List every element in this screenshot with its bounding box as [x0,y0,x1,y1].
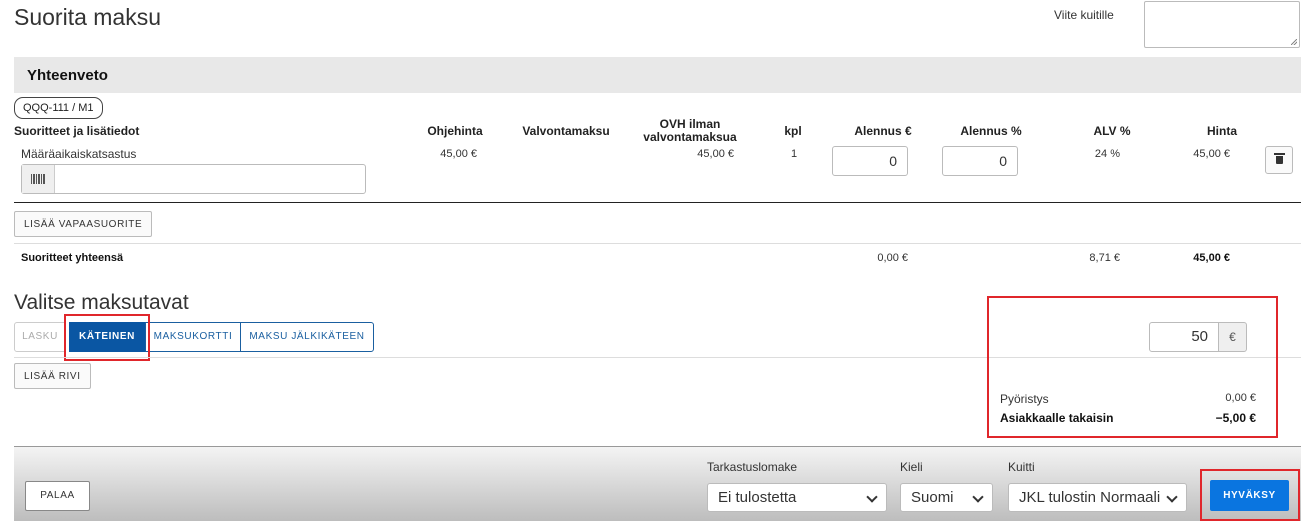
language-select[interactable]: Suomi [900,483,993,512]
inspection-form-value: Ei tulostetta [718,489,797,506]
column-header-price: Hinta [1207,124,1237,138]
add-free-service-button[interactable]: LISÄÄ VAPAASUORITE [14,211,153,237]
receipt-value: JKL tulostin Normaali [1019,489,1161,506]
chevron-down-icon [866,491,878,503]
column-header-services: Suoritteet ja lisätiedot [14,124,140,138]
row-vat: 24 % [1094,148,1120,160]
chevron-down-icon [972,491,984,503]
column-header-vat: ALV % [1093,124,1131,138]
chevron-down-icon [1166,491,1178,503]
inspection-form-select[interactable]: Ei tulostetta [707,483,887,512]
vehicle-badge: QQQ-111 / M1 [14,97,103,119]
totals-divider [14,243,1301,244]
row-list-price: 45,00 € [440,148,477,160]
approve-highlight-box [1200,469,1300,521]
cash-highlight-box [64,314,150,361]
resize-grip-icon[interactable] [1291,39,1297,45]
totals-vat: 8,71 € [1089,252,1120,264]
service-name: Määräaikaiskatsastus [21,147,137,161]
payment-section-title: Valitse maksutavat [14,291,189,314]
receipt-label: Kuitti [1008,460,1035,474]
inspection-form-label: Tarkastuslomake [707,460,798,474]
totals-price: 45,00 € [1193,252,1230,264]
column-header-ovh-line1: OVH ilman [659,117,721,131]
discount-pct-input[interactable]: 0 [942,146,1018,176]
discount-eur-input[interactable]: 0 [832,146,908,176]
reference-textarea[interactable] [1144,1,1300,48]
table-divider [14,202,1301,203]
delete-row-button[interactable] [1265,146,1293,174]
receipt-select[interactable]: JKL tulostin Normaali [1008,483,1187,512]
row-ovh: 45,00 € [697,148,734,160]
column-header-ovh-line2: valvontamaksua [643,130,737,144]
change-highlight-box [987,296,1278,438]
summary-header-bar [14,57,1301,93]
payment-method-pay-later[interactable]: MAKSU JÄLKIKÄTEEN [240,322,374,352]
column-header-qty: kpl [784,124,802,138]
reference-label: Viite kuitille [1054,8,1114,22]
column-header-supervision-fee: Valvontamaksu [522,124,610,138]
payment-method-invoice[interactable]: LASKU [14,322,66,352]
column-header-discount-pct: Alennus % [960,124,1022,138]
column-header-list-price: Ohjehinta [427,124,483,138]
barcode-icon [31,174,45,184]
trash-icon [1274,153,1285,164]
barcode-addon [22,165,55,193]
back-button[interactable]: PALAA [25,481,90,511]
totals-discount: 0,00 € [877,252,908,264]
payment-method-card[interactable]: MAKSUKORTTI [145,322,241,352]
barcode-input[interactable] [21,164,366,194]
summary-title: Yhteenveto [27,67,108,84]
language-value: Suomi [911,489,954,506]
add-row-button[interactable]: LISÄÄ RIVI [14,363,91,389]
language-label: Kieli [900,460,923,474]
totals-label: Suoritteet yhteensä [21,252,124,264]
row-price: 45,00 € [1193,148,1230,160]
row-qty: 1 [790,148,798,160]
page-title: Suorita maksu [14,4,162,30]
column-header-discount-eur: Alennus € [854,124,912,138]
